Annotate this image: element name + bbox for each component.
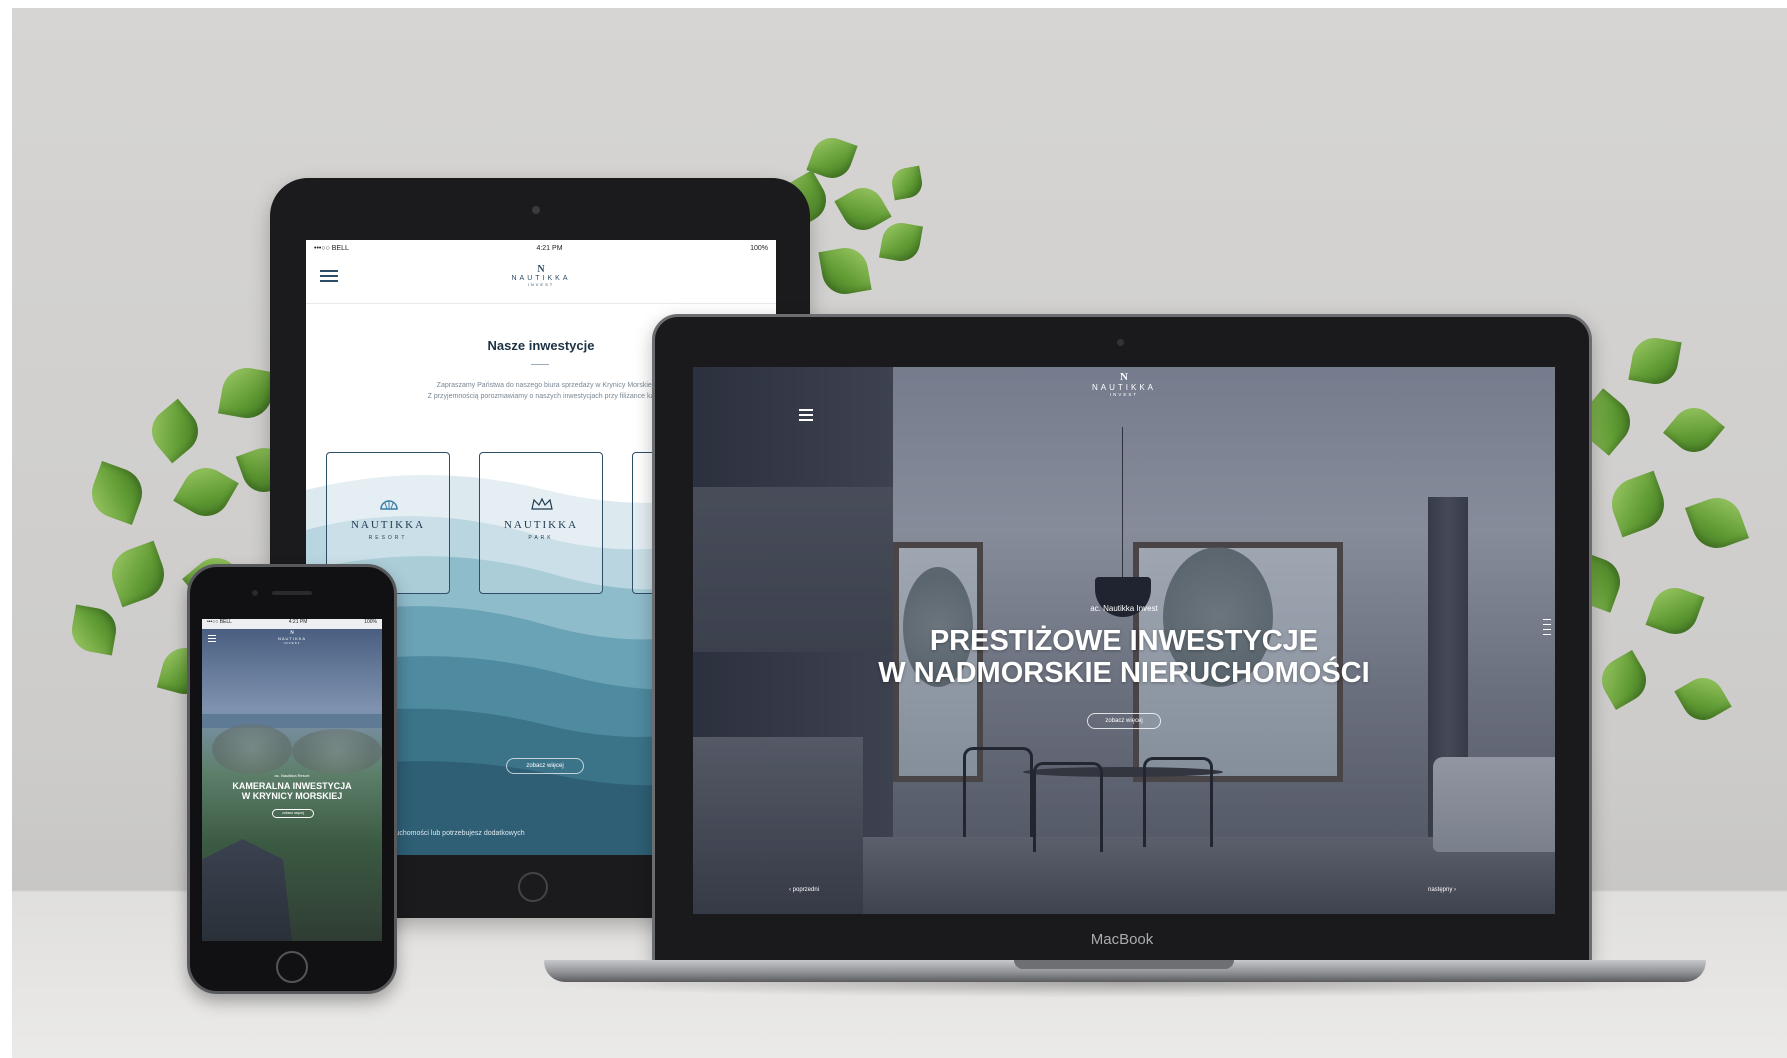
site-logo[interactable]: N NAUTIKKA INVEST (1069, 371, 1179, 397)
battery-label: 100% (364, 619, 377, 625)
phone-camera (252, 590, 258, 596)
menu-icon[interactable] (208, 635, 216, 649)
logo-sub: INVEST (283, 641, 301, 645)
hero-headline-line-1: PRESTIŻOWE INWESTYCJE (929, 625, 1319, 657)
plant-right (1562, 334, 1762, 768)
laptop-notch (1014, 960, 1234, 969)
tablet-header: N NAUTIKKA INVEST (306, 256, 776, 304)
see-more-button[interactable]: zobacz więcej (272, 809, 314, 818)
phone-status-bar: •••○○ BELL 4:21 PM 100% (202, 619, 382, 629)
clock-label: 4:21 PM (288, 619, 308, 625)
site-logo[interactable]: N NAUTIKKA INVEST (486, 264, 596, 287)
card-name: NAUTIKKA (350, 519, 426, 531)
prev-slide-link[interactable]: ‹ poprzedni (789, 887, 819, 893)
tablet-camera (532, 206, 540, 214)
phone-device: •••○○ BELL 4:21 PM 100% N NAUTIKKA INVES… (187, 564, 397, 994)
investment-card-park[interactable]: NAUTIKKA PARK (479, 452, 603, 594)
hero-headline-line-2: W KRYNICY MORSKIEJ (241, 791, 343, 801)
menu-icon[interactable] (320, 270, 338, 284)
hero-headline: KAMERALNA INWESTYCJA W KRYNICY MORSKIEJ (202, 781, 382, 801)
menu-icon[interactable] (799, 409, 813, 424)
card-sub: PARK (528, 535, 554, 541)
title-divider (531, 364, 549, 365)
phone-home-button[interactable] (276, 951, 308, 983)
laptop-screen: N NAUTIKKA INVEST ac. Nautikka Invest PR… (693, 367, 1555, 914)
house (202, 839, 292, 941)
next-label: następny (1428, 887, 1453, 893)
product-mockup-scene: •••○○ BELL 4:21 PM 100% N NAUTIKKA INVES… (12, 8, 1787, 1058)
see-more-button[interactable]: zobacz więcej (506, 758, 584, 774)
card-sub: RESORT (368, 535, 408, 541)
logo-sub: INVEST (1109, 392, 1139, 397)
clock-label: 4:21 PM (536, 244, 563, 252)
see-more-button[interactable]: zobacz więcej (1087, 713, 1161, 729)
laptop-brand-label: MacBook (1090, 931, 1154, 948)
carrier-label: •••○○ BELL (314, 244, 349, 252)
battery-label: 100% (750, 244, 768, 252)
hero-kicker: ac. Nautikka Invest (1090, 604, 1158, 613)
sea-horizon (202, 714, 382, 728)
next-slide-link[interactable]: następny › (1428, 887, 1456, 893)
tablet-home-button[interactable] (518, 872, 548, 902)
trees (212, 724, 292, 774)
hero-headline-line-2: W NADMORSKIE NIERUCHOMOŚCI (878, 657, 1370, 689)
hero-kicker: ac. Nautikka Resort (274, 773, 310, 778)
carrier-label: •••○○ BELL (207, 619, 232, 625)
site-logo[interactable]: N NAUTIKKA INVEST (262, 631, 322, 645)
logo-mark: N (537, 264, 545, 275)
laptop-device: N NAUTIKKA INVEST ac. Nautikka Invest PR… (652, 314, 1592, 966)
tablet-status-bar: •••○○ BELL 4:21 PM 100% (306, 240, 776, 256)
laptop-camera (1117, 339, 1124, 346)
prev-label: poprzedni (792, 887, 820, 893)
card-name: NAUTIKKA (503, 519, 579, 531)
phone-speaker (272, 591, 312, 595)
logo-name: NAUTIKKA (511, 275, 571, 282)
crown-icon (531, 497, 553, 510)
logo-mark: N (1120, 371, 1128, 383)
phone-screen: •••○○ BELL 4:21 PM 100% N NAUTIKKA INVES… (202, 619, 382, 941)
trees (292, 729, 382, 774)
logo-sub: INVEST (527, 282, 555, 287)
logo-name: NAUTIKKA (1091, 383, 1156, 392)
hero-headline: PRESTIŻOWE INWESTYCJE W NADMORSKIE NIERU… (693, 625, 1555, 689)
hero-headline-line-1: KAMERALNA INWESTYCJA (232, 781, 352, 791)
shell-icon (380, 500, 398, 510)
